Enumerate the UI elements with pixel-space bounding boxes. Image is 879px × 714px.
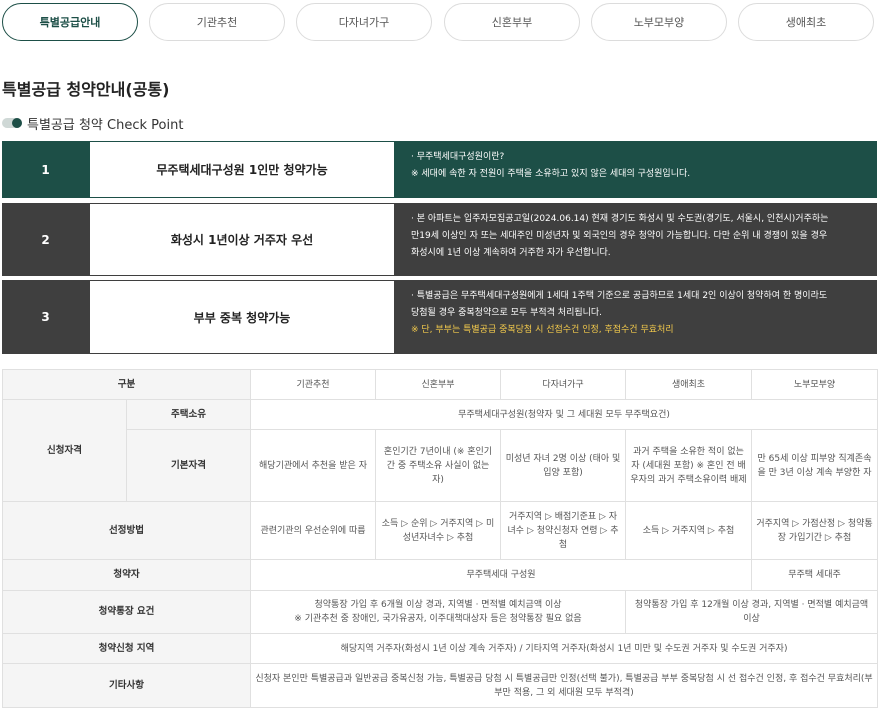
special-supply-tabs: 특별공급안내 기관추천 다자녀가구 신혼부부 노부모부양 생애최초 xyxy=(0,3,879,43)
table-header-type: 생애최초 xyxy=(625,369,753,400)
table-row: 청약통장 요건 청약통장 가입 후 6개월 이상 경과, 지역별 · 면적별 예… xyxy=(1,590,879,634)
cell-account-requirement: 청약통장 가입 후 12개월 이상 경과, 지역별 · 면적별 예치금액 이상 xyxy=(625,590,879,634)
cell-selection: 거주지역 ▷ 배점기준표 ▷ 자녀수 ▷ 청약신청자 연령 ▷ 추첨 xyxy=(500,501,627,560)
row-label-account-requirement: 청약통장 요건 xyxy=(1,590,252,634)
table-header-type: 신혼부부 xyxy=(375,369,502,400)
table-row: 선정방법 관련기관의 우선순위에 따름 소득 ▷ 순위 ▷ 거주지역 ▷ 미성년… xyxy=(1,501,879,560)
row-label-qualification: 신청자격 xyxy=(2,399,127,502)
checkpoint-body: · 본 아파트는 입주자모집공고일(2024.06.14) 현재 경기도 화성시… xyxy=(411,214,829,258)
table-row: 청약신청 지역 해당지역 거주자(화성시 1년 이상 계속 거주자) / 기타지… xyxy=(1,633,879,664)
table-header-category: 구분 xyxy=(1,369,252,400)
checkpoint-heading: 화성시 1년이상 거주자 우선 xyxy=(89,203,395,276)
checkpoint-note: ※ 단, 부부는 특별공급 중복당첨 시 선접수건 인정, 후접수건 무효처리 xyxy=(411,325,674,335)
tab-newlywed[interactable]: 신혼부부 xyxy=(444,3,580,41)
checkpoint-heading: 무주택세대구성원 1인만 청약가능 xyxy=(89,141,395,198)
table-header-type: 다자녀가구 xyxy=(500,369,627,400)
cell-etc: 신청자 본인만 특별공급과 일반공급 중복신청 가능, 특별공급 당첨 시 특별… xyxy=(250,663,879,708)
checkpoint-body: · 특별공급은 무주택세대구성원에게 1세대 1주택 기준으로 공급하므로 1세… xyxy=(395,280,877,354)
cell-basic: 과거 주택을 소유한 적이 없는 자 (세대원 포함) ※ 혼인 전 배우자의 … xyxy=(625,429,753,502)
cell-selection: 소득 ▷ 거주지역 ▷ 추첨 xyxy=(625,501,753,560)
cell-applicant: 무주택 세대주 xyxy=(751,559,879,591)
tab-elderly-parents[interactable]: 노부모부양 xyxy=(591,3,727,41)
row-label-applicant: 청약자 xyxy=(1,559,252,591)
checkpoint-number: 1 xyxy=(41,162,50,177)
cell-applicant: 무주택세대 구성원 xyxy=(250,559,753,591)
tab-multi-child[interactable]: 다자녀가구 xyxy=(296,3,432,41)
special-supply-table: 구분 기관추천 신혼부부 다자녀가구 생애최초 노부모부양 신청자격 주택소유 … xyxy=(1,369,879,708)
checkpoint-subtitle: 특별공급 청약 Check Point xyxy=(2,114,183,133)
cell-basic: 만 65세 이상 피부양 직계존속을 만 3년 이상 계속 부양한 자 xyxy=(751,429,879,502)
table-row: 신청자격 주택소유 무주택세대구성원(청약자 및 그 세대원 모두 무주택요건) xyxy=(2,399,879,502)
row-label-house-ownership: 주택소유 xyxy=(125,399,252,430)
cell-house-ownership: 무주택세대구성원(청약자 및 그 세대원 모두 무주택요건) xyxy=(250,399,879,430)
cell-basic: 미성년 자녀 2명 이상 (태아 및 입양 포함) xyxy=(500,429,627,502)
table-header-type: 기관추천 xyxy=(250,369,377,400)
page-title: 특별공급 청약안내(공통) xyxy=(2,80,170,99)
cell-basic: 해당기관에서 추천을 받은 자 xyxy=(250,429,377,502)
checkpoint-1: 1 무주택세대구성원 1인만 청약가능 · 무주택세대구성원이란? ※ 세대에 … xyxy=(2,141,877,198)
tab-first-life[interactable]: 생애최초 xyxy=(738,3,874,41)
checkpoint-heading: 부부 중복 청약가능 xyxy=(89,280,395,354)
checkpoint-number: 3 xyxy=(41,310,50,324)
table-row: 기본자격 해당기관에서 추천을 받은 자 혼인기간 7년이내 (※ 혼인기간 중… xyxy=(3,429,879,502)
cell-selection: 거주지역 ▷ 가점산정 ▷ 청약통장 가입기간 ▷ 추첨 xyxy=(751,501,879,560)
cell-selection: 소득 ▷ 순위 ▷ 거주지역 ▷ 미성년자녀수 ▷ 추첨 xyxy=(375,501,502,560)
row-label-basic-qualification: 기본자격 xyxy=(125,429,252,502)
cell-basic: 혼인기간 7년이내 (※ 혼인기간 중 주택소유 사실이 없는 자) xyxy=(375,429,502,502)
table-row: 청약자 무주택세대 구성원 무주택 세대주 xyxy=(1,559,879,591)
table-row: 기타사항 신청자 본인만 특별공급과 일반공급 중복신청 가능, 특별공급 당첨… xyxy=(1,663,879,708)
checkpoint-2: 2 화성시 1년이상 거주자 우선 · 본 아파트는 입주자모집공고일(2024… xyxy=(2,203,877,276)
checkpoint-body: · 무주택세대구성원이란? ※ 세대에 속한 자 전원이 주택을 소유하고 있지… xyxy=(411,152,691,179)
table-header-row: 구분 기관추천 신혼부부 다자녀가구 생애최초 노부모부양 xyxy=(1,369,879,400)
table-header-type: 노부모부양 xyxy=(751,369,879,400)
cell-selection: 관련기관의 우선순위에 따름 xyxy=(250,501,377,560)
tab-institution-recommend[interactable]: 기관추천 xyxy=(149,3,285,41)
checkpoint-3: 3 부부 중복 청약가능 · 특별공급은 무주택세대구성원에게 1세대 1주택 … xyxy=(2,280,877,354)
checkpoint-number: 2 xyxy=(41,232,50,247)
cell-account-requirement: 청약통장 가입 후 6개월 이상 경과, 지역별 · 면적별 예치금액 이상 ※… xyxy=(250,590,627,634)
row-label-selection-method: 선정방법 xyxy=(1,501,252,560)
row-label-etc: 기타사항 xyxy=(1,663,252,708)
row-label-region: 청약신청 지역 xyxy=(1,633,252,664)
cell-region: 해당지역 거주자(화성시 1년 이상 계속 거주자) / 기타지역 거주자(화성… xyxy=(250,633,879,664)
toggle-icon xyxy=(2,118,22,128)
tab-special-supply-guide[interactable]: 특별공급안내 xyxy=(2,3,138,41)
